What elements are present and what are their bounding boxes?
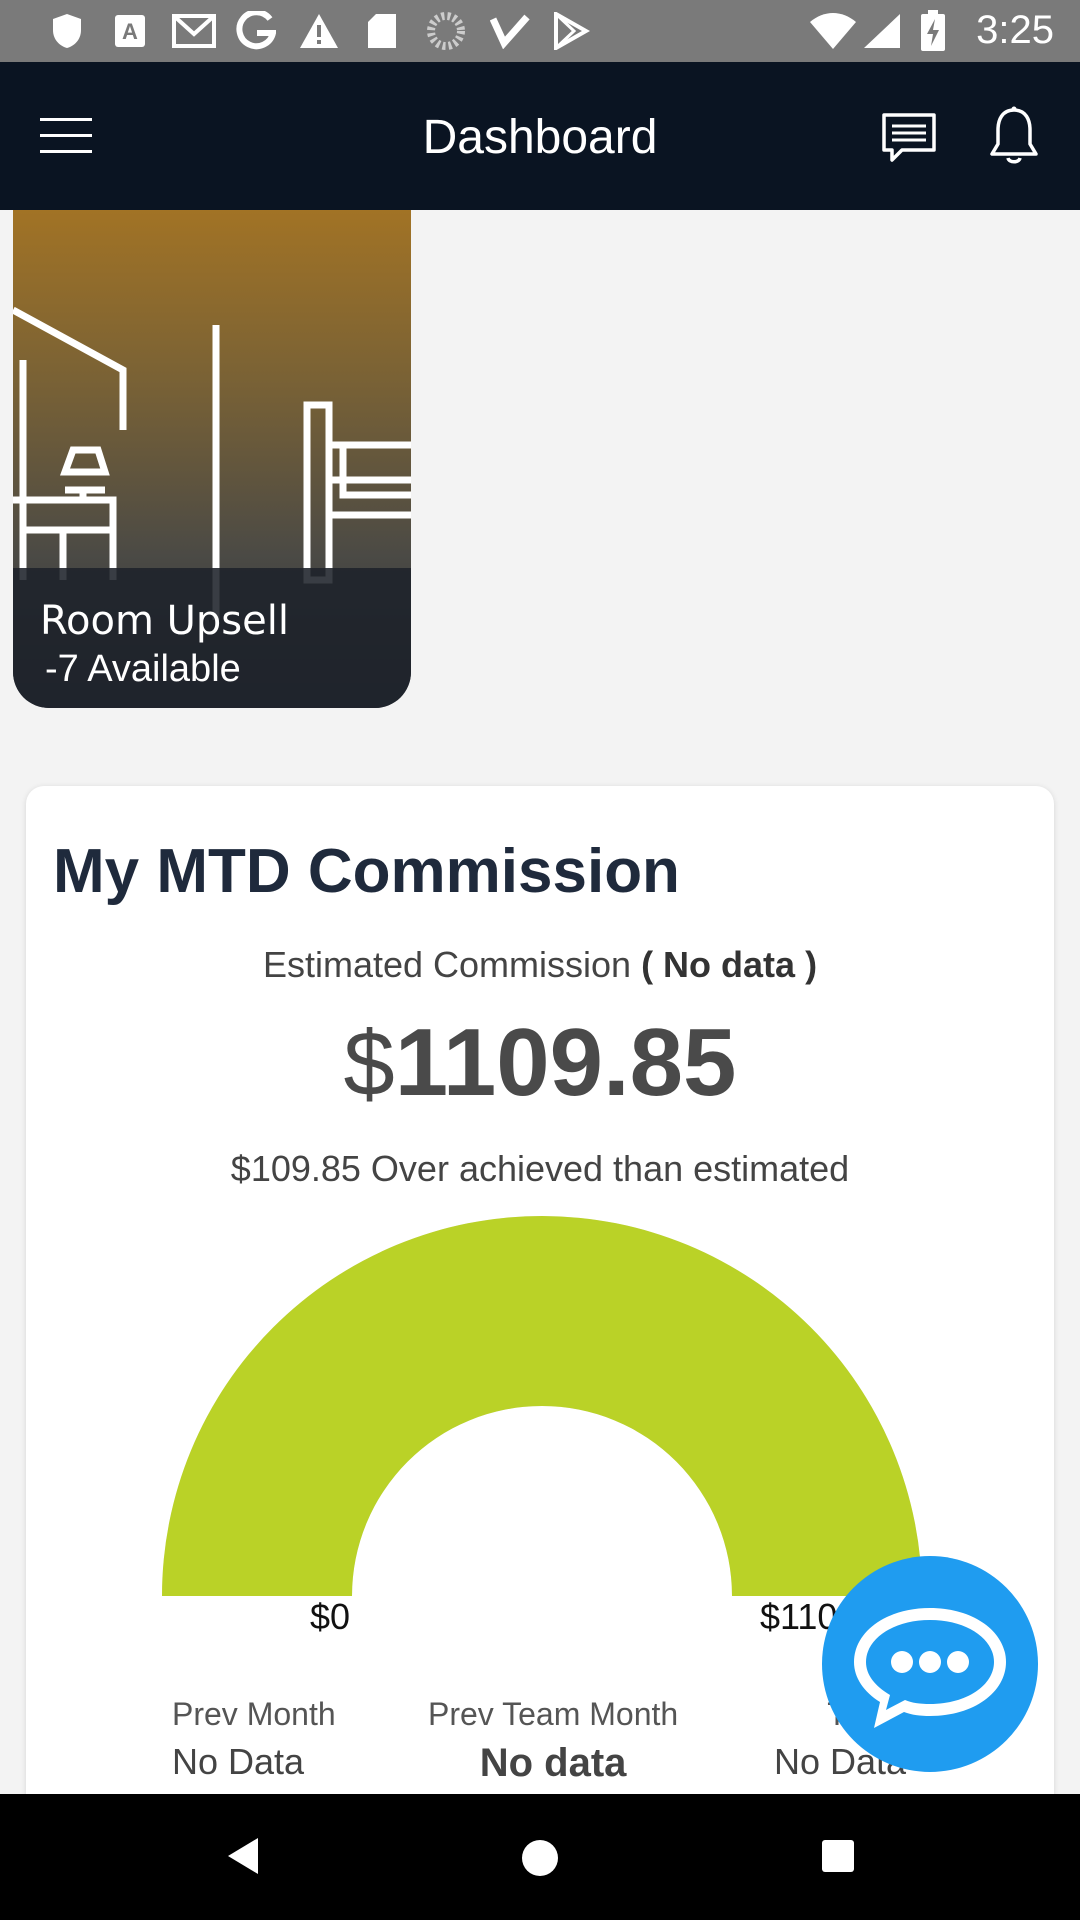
font-a-icon: A (114, 12, 146, 50)
commission-title: My MTD Commission (53, 837, 680, 906)
status-bar: A 3:25 (0, 0, 1080, 62)
stat-prev-team-month: Prev Team Month No data (428, 1696, 678, 1786)
stat-label: Prev Team Month (428, 1696, 679, 1732)
estimated-commission-line: Estimated Commission ( No data ) (26, 944, 1054, 986)
recents-icon[interactable] (820, 1838, 856, 1874)
wifi-icon (808, 12, 858, 50)
stat-value: No data (479, 1741, 627, 1785)
chat-fab-button[interactable] (822, 1556, 1038, 1772)
loading-icon (426, 12, 466, 50)
google-icon (236, 11, 276, 50)
system-nav-bar (0, 1794, 1080, 1920)
estimated-status: ( No data ) (641, 944, 818, 985)
back-icon[interactable] (224, 1834, 262, 1878)
play-store-icon (552, 12, 590, 50)
chat-icon[interactable] (880, 112, 938, 164)
chat-bubble-icon (854, 1608, 1006, 1728)
battery-charging-icon (920, 10, 946, 51)
sd-card-icon (366, 12, 398, 50)
room-upsell-caption: Room Upsell -7 Available (13, 568, 411, 708)
check-app-icon (490, 12, 530, 50)
signal-icon (862, 12, 902, 50)
stat-value: No Data (172, 1741, 305, 1782)
app-bar: Dashboard (0, 62, 1080, 210)
estimated-label: Estimated Commission (262, 944, 632, 985)
shield-icon (50, 12, 84, 50)
warning-icon (298, 12, 340, 50)
home-icon[interactable] (520, 1838, 560, 1878)
over-achieved-text: $109.85 Over achieved than estimated (230, 1148, 850, 1189)
amount-value: 1109.85 (394, 1009, 737, 1116)
room-upsell-title: Room Upsell (40, 598, 289, 644)
stat-prev-month: Prev Month No Data (172, 1696, 336, 1783)
currency-symbol: $ (343, 1013, 395, 1115)
gauge-min-label: $0 (310, 1596, 351, 1637)
gauge-fill (162, 1216, 922, 1596)
gmail-icon (172, 12, 216, 50)
commission-amount: $1109.85 (26, 1008, 1054, 1118)
room-upsell-tile[interactable]: Room Upsell -7 Available (13, 210, 411, 708)
stat-label: Prev Month (172, 1696, 336, 1732)
room-upsell-available: -7 Available (45, 648, 241, 690)
bell-icon[interactable] (988, 106, 1040, 166)
status-time: 3:25 (976, 8, 1054, 52)
svg-text:A: A (122, 19, 138, 44)
